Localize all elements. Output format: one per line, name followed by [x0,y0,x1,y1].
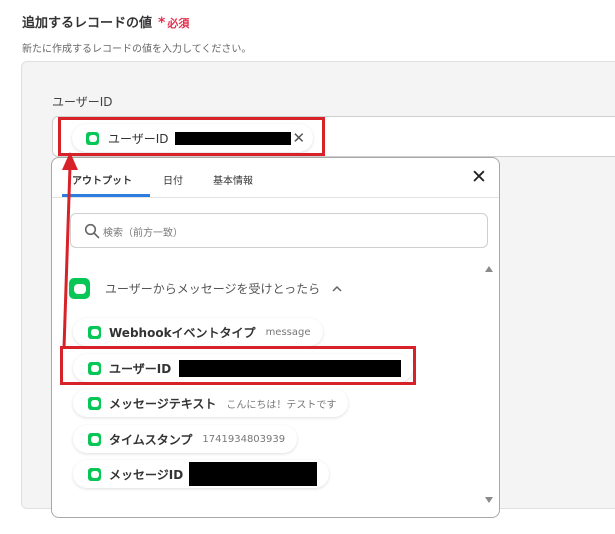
line-icon [88,325,101,339]
output-item-message-text[interactable]: メッセージテキスト こんにちは！テストです [73,389,349,417]
tab-output[interactable]: アウトプット [72,172,132,187]
selected-item-highlight [60,346,416,385]
redacted-value [189,462,318,486]
tab-basic-info[interactable]: 基本情報 [213,172,253,187]
search-placeholder: 検索（前方一致） [103,228,183,239]
item-label: メッセージID [109,467,184,482]
line-icon [88,467,101,481]
active-tab-indicator [62,194,150,197]
section-title: 追加するレコードの値 * 必須 [22,12,189,31]
line-icon [88,432,101,446]
item-sample: こんにちは！テストです [226,399,337,411]
required-mark: * [158,15,166,31]
output-item-webhook-event-type[interactable]: Webhookイベントタイプ message [73,318,323,346]
output-item-message-id[interactable]: メッセージID [73,460,330,488]
tab-date[interactable]: 日付 [163,172,183,187]
search-input[interactable]: 検索（前方一致） [70,213,488,248]
item-sample: 1741934803939 [202,433,286,445]
item-label: タイムスタンプ [109,432,193,447]
line-icon [88,396,101,410]
line-icon [69,278,90,299]
close-icon[interactable]: ✕ [469,167,489,187]
section-title-text: 追加するレコードの値 [22,16,153,31]
required-label: 必須 [167,17,190,30]
group-header[interactable]: ユーザーからメッセージを受けとったら [69,278,342,299]
tab-bar: アウトプット 日付 基本情報 ✕ [52,158,499,198]
item-label: Webhookイベントタイプ [109,325,256,340]
item-label: メッセージテキスト [109,396,217,411]
output-item-timestamp[interactable]: タイムスタンプ 1741934803939 [73,425,298,453]
chevron-up-icon [332,285,342,292]
search-icon [84,223,100,239]
input-chip-highlight [58,117,325,156]
section-description: 新たに作成するレコードの値を入力してください。 [22,44,252,55]
scroll-down-arrow-icon[interactable] [485,497,493,503]
field-label-user-id: ユーザーID [52,95,113,109]
scroll-up-arrow-icon[interactable] [485,266,493,272]
group-title: ユーザーからメッセージを受けとったら [105,282,321,296]
item-sample: message [265,326,311,338]
